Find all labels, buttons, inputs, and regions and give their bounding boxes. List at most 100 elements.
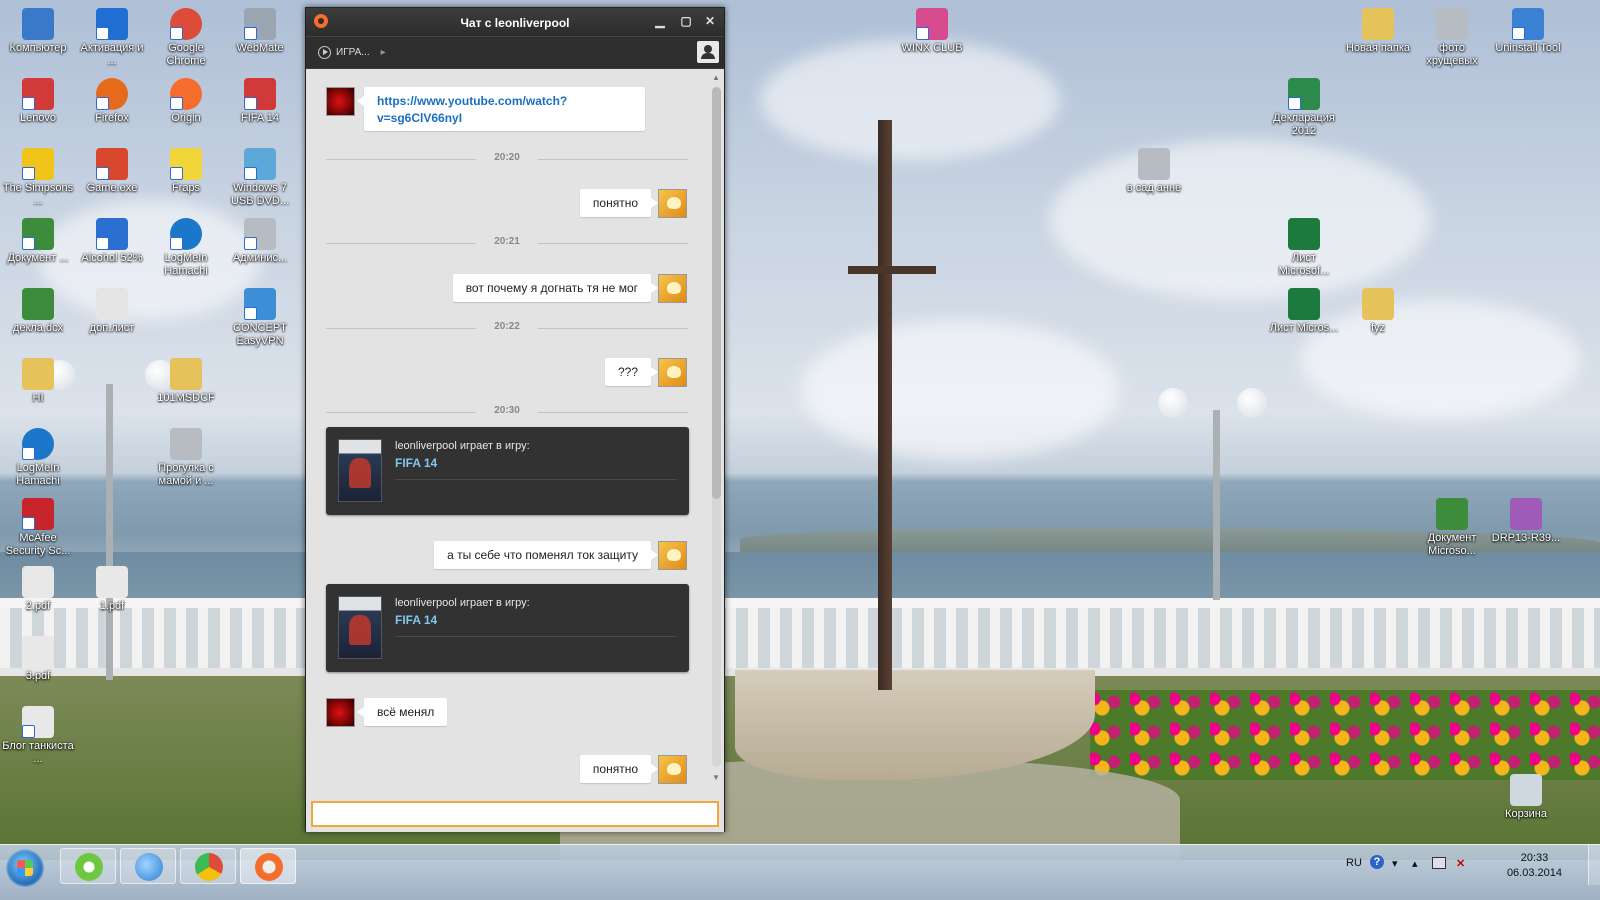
chat-scrollbar[interactable]: ▲ ▼ xyxy=(710,73,722,785)
my-avatar[interactable] xyxy=(658,274,687,303)
desktop-icon-hamachi[interactable]: LogMeIn Hamachi xyxy=(150,218,222,278)
language-indicator[interactable]: RU xyxy=(1346,857,1362,869)
timestamp-divider: 20:20 xyxy=(326,152,688,166)
desktop-icon-game-exe[interactable]: Game.exe xyxy=(76,148,148,195)
clock[interactable]: 20:33 06.03.2014 xyxy=(1507,851,1562,881)
pdf-icon xyxy=(22,636,54,668)
desktop-icon-photos[interactable]: фото хрущевых xyxy=(1416,8,1488,68)
firefox-icon xyxy=(96,78,128,110)
scroll-track[interactable] xyxy=(712,87,721,767)
desktop-icon-mcafee[interactable]: McAfee Security Sc... xyxy=(2,498,74,558)
desktop-icon-excel-2[interactable]: Лист Micros... xyxy=(1268,288,1340,335)
start-button[interactable] xyxy=(6,849,44,887)
fifa-icon xyxy=(244,78,276,110)
fifa-cover-image[interactable] xyxy=(338,596,382,659)
scroll-up-icon[interactable]: ▲ xyxy=(710,73,722,85)
network-icon[interactable] xyxy=(1432,857,1446,869)
desktop-icon-webmate[interactable]: WebMate xyxy=(224,8,296,55)
folder-icon xyxy=(22,358,54,390)
desktop-icon-extra-sheet[interactable]: доп.лист xyxy=(76,288,148,335)
tray-chevron-icon[interactable]: ▾ xyxy=(1392,857,1398,870)
fifa-cover-image[interactable] xyxy=(338,439,382,502)
desktop-icon-chrome[interactable]: Google Chrome xyxy=(150,8,222,68)
maximize-button[interactable]: ▢ xyxy=(676,12,696,30)
desktop-icon-fifa[interactable]: FIFA 14 xyxy=(224,78,296,125)
desktop-icon-blog[interactable]: Блог танкиста ... xyxy=(2,706,74,766)
taskbar-app-icq[interactable] xyxy=(60,848,116,884)
taskbar: RU ? ▾ ▴ ✕ 20:33 06.03.2014 xyxy=(0,844,1600,900)
minimize-button[interactable]: ▁ xyxy=(650,12,670,30)
desktop-icon-hi[interactable]: HI xyxy=(2,358,74,405)
hamachi-icon xyxy=(170,218,202,250)
help-icon[interactable]: ? xyxy=(1370,855,1384,869)
desktop-icon-alcohol[interactable]: Alcohol 52% xyxy=(76,218,148,265)
friend-avatar[interactable] xyxy=(326,698,355,727)
chat-titlebar[interactable]: Чат с leonliverpool ▁ ▢ ✕ xyxy=(306,8,724,36)
my-avatar[interactable] xyxy=(658,755,687,784)
desktop-icon-admin[interactable]: Админис... xyxy=(224,218,296,265)
document-icon xyxy=(22,218,54,250)
desktop-wallpaper: Компьютер Активация и ... Google Chrome … xyxy=(0,0,1600,860)
my-avatar[interactable] xyxy=(658,541,687,570)
tray-overflow-icon[interactable]: ▴ xyxy=(1412,857,1418,870)
desktop-icon-origin[interactable]: Origin xyxy=(150,78,222,125)
desktop-icon-word-doc[interactable]: Документ Microso... xyxy=(1416,498,1488,558)
chat-window: Чат с leonliverpool ▁ ▢ ✕ ИГРА... ▸ http… xyxy=(305,7,725,832)
desktop-icon-excel-1[interactable]: Лист Microsof... xyxy=(1268,218,1340,278)
desktop-icon-document[interactable]: Документ ... xyxy=(2,218,74,265)
youtube-link[interactable]: https://www.youtube.com/watch? xyxy=(377,93,632,110)
desktop-icon-usb-dvd[interactable]: Windows 7 USB DVD... xyxy=(224,148,296,208)
game-link[interactable]: FIFA 14 xyxy=(395,456,437,470)
desktop-icon-fyz[interactable]: fyz xyxy=(1342,288,1414,335)
scroll-thumb[interactable] xyxy=(712,87,721,499)
lenovo-icon xyxy=(22,78,54,110)
desktop-icon-walk[interactable]: Прогулка с мамой и ... xyxy=(150,428,222,488)
desktop-icon-drp[interactable]: DRP13-R39... xyxy=(1490,498,1562,545)
desktop-icon-new-folder[interactable]: Новая папка xyxy=(1342,8,1414,55)
taskbar-app-ie[interactable] xyxy=(120,848,176,884)
youtube-link-cont[interactable]: v=sg6ClV66nyI xyxy=(377,110,632,127)
my-avatar[interactable] xyxy=(658,189,687,218)
desktop-icon-lenovo[interactable]: Lenovo xyxy=(2,78,74,125)
desktop-icon-declaration[interactable]: Декларация 2012 xyxy=(1268,78,1340,138)
game-link[interactable]: FIFA 14 xyxy=(395,613,437,627)
message-input[interactable] xyxy=(311,801,719,827)
winx-icon xyxy=(916,8,948,40)
desktop-icon-winx[interactable]: WINX CLUB xyxy=(896,8,968,55)
volume-muted-icon[interactable]: ✕ xyxy=(1456,857,1465,870)
desktop-icon-101msdcf[interactable]: 101MSDCF xyxy=(150,358,222,405)
close-button[interactable]: ✕ xyxy=(700,12,720,30)
friend-avatar[interactable] xyxy=(326,87,355,116)
game-menu-button[interactable]: ИГРА... ▸ xyxy=(318,46,386,59)
desktop-icon-dcx[interactable]: декла.dcx xyxy=(2,288,74,335)
game-activity-card: leonliverpool играет в игру: FIFA 14 xyxy=(326,584,689,672)
chevron-right-icon: ▸ xyxy=(380,47,386,58)
timestamp-divider: 20:30 xyxy=(326,405,688,419)
internet-explorer-icon xyxy=(135,853,163,881)
desktop-icon-firefox[interactable]: Firefox xyxy=(76,78,148,125)
chat-input-area xyxy=(306,794,724,832)
desktop-icon-activation[interactable]: Активация и ... xyxy=(76,8,148,68)
desktop-icon-simpsons[interactable]: The Simpsons ... xyxy=(2,148,74,208)
text-file-icon xyxy=(22,706,54,738)
desktop-icon-easyvpn[interactable]: CONCEPT EasyVPN xyxy=(224,288,296,348)
desktop-icon-computer[interactable]: Компьютер xyxy=(2,8,74,55)
desktop-icon-2pdf[interactable]: 2.pdf xyxy=(2,566,74,613)
taskbar-app-chrome[interactable] xyxy=(180,848,236,884)
show-desktop-button[interactable] xyxy=(1588,845,1600,885)
my-avatar[interactable] xyxy=(658,358,687,387)
scroll-down-icon[interactable]: ▼ xyxy=(710,773,722,785)
excel-icon xyxy=(1288,218,1320,250)
desktop-icon-1pdf[interactable]: 1.pdf xyxy=(76,566,148,613)
clock-date: 06.03.2014 xyxy=(1506,867,1562,879)
add-friend-button[interactable] xyxy=(697,41,719,63)
taskbar-app-origin[interactable] xyxy=(240,848,296,884)
desktop-icon-recycle-bin[interactable]: Корзина xyxy=(1490,774,1562,821)
desktop-icon-garden[interactable]: в сад анне xyxy=(1118,148,1190,195)
desktop-icon-fraps[interactable]: Fraps xyxy=(150,148,222,195)
word-doc-icon xyxy=(1436,498,1468,530)
desktop-icon-uninstall-tool[interactable]: Uninstall Tool xyxy=(1492,8,1564,55)
desktop-icon-hamachi-2[interactable]: LogMeIn Hamachi xyxy=(2,428,74,488)
desktop-icon-3pdf[interactable]: 3.pdf xyxy=(2,636,74,683)
activation-icon xyxy=(96,8,128,40)
